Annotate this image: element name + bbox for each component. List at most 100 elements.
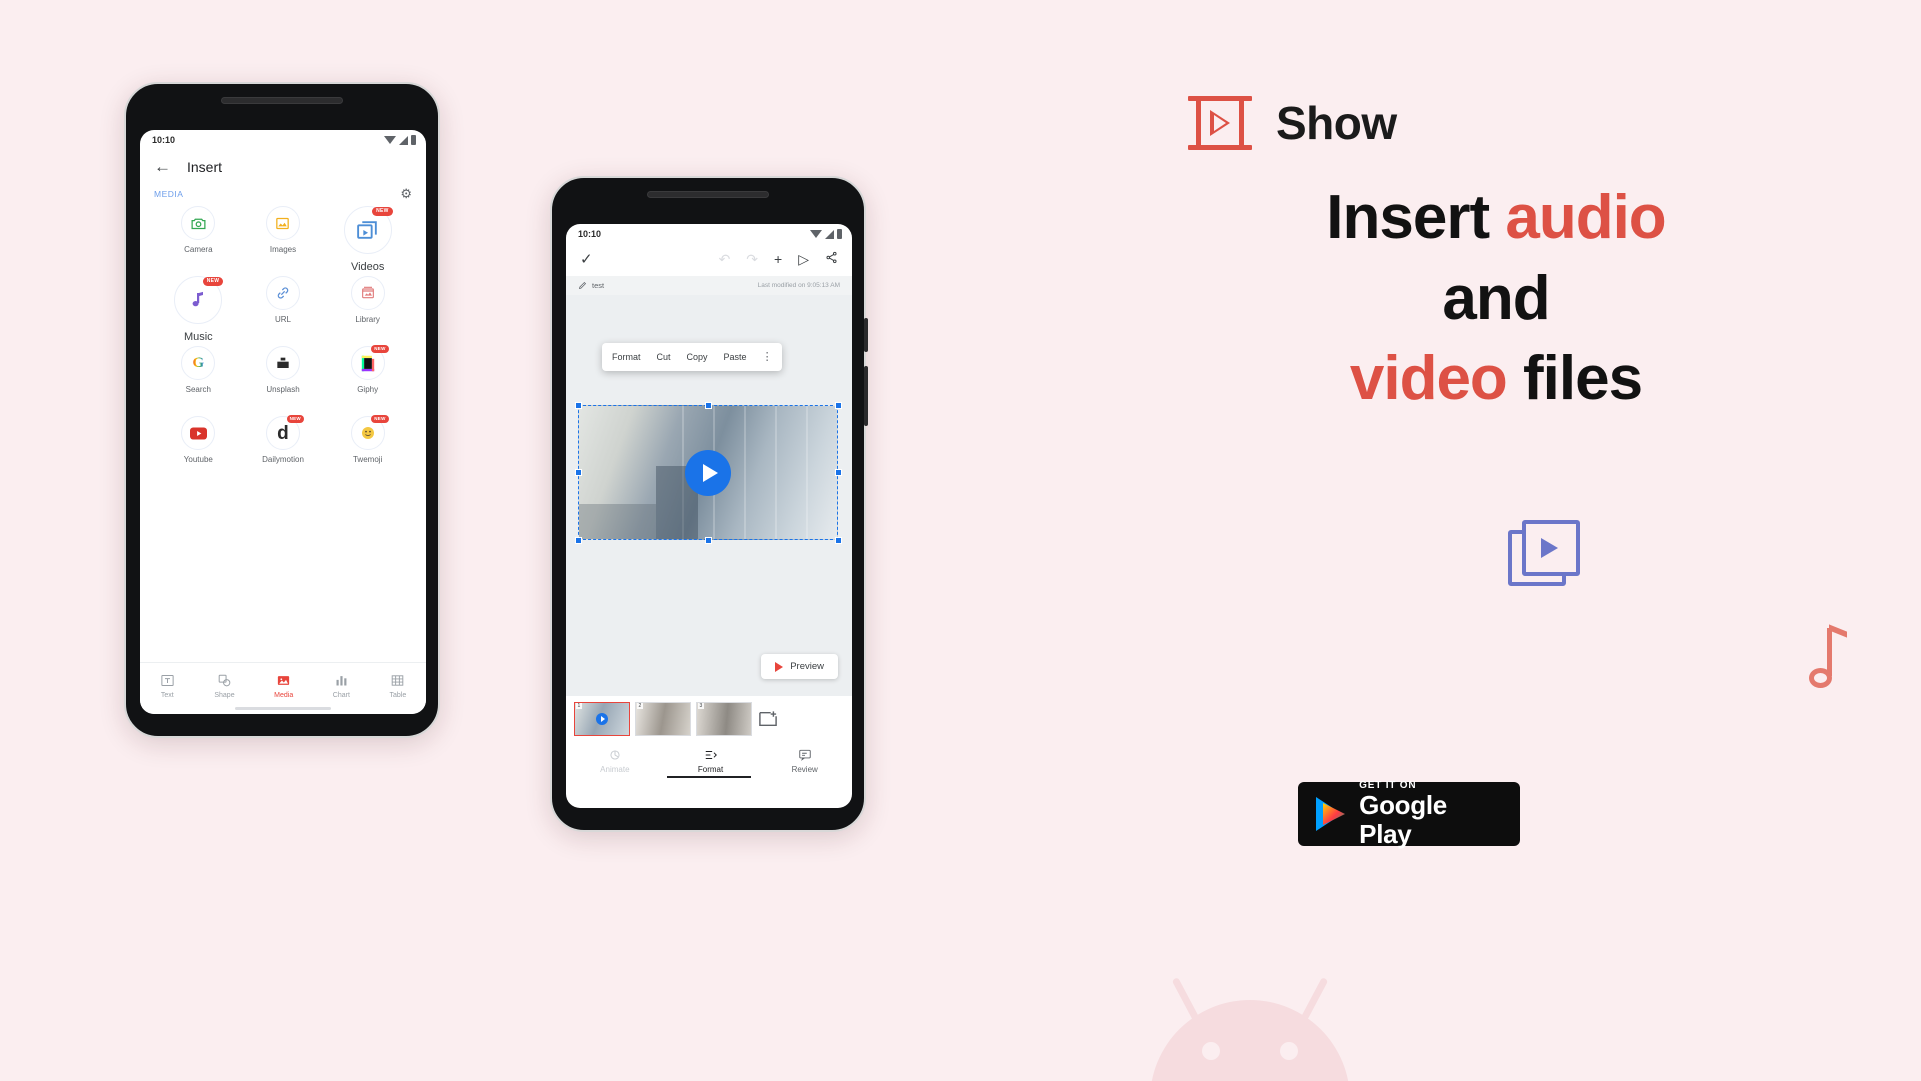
media-item-label: Camera [184, 245, 213, 254]
tab-label: Review [791, 765, 818, 774]
redo-icon[interactable]: ↷ [746, 251, 758, 268]
tab-label: Chart [332, 691, 350, 699]
media-item-images[interactable]: Images [241, 206, 326, 274]
media-item-unsplash[interactable]: Unsplash [241, 346, 326, 414]
signal-icon [399, 135, 408, 145]
editor-toolbar-actions: ↶ ↷ + ▷ [719, 251, 838, 268]
media-item-label: Videos [350, 261, 385, 273]
headline-line-1: Insert audio [1130, 178, 1862, 259]
media-item-label: Twemoji [352, 455, 383, 464]
context-menu-more-icon[interactable]: ⋮ [755, 343, 780, 371]
play-icon [702, 463, 718, 482]
context-menu-item-cut[interactable]: Cut [649, 343, 679, 371]
slide-thumbnail-2[interactable]: 2 [635, 702, 691, 736]
resize-handle-tc[interactable] [705, 402, 712, 409]
document-name-row[interactable]: test [578, 281, 604, 290]
plus-icon[interactable]: + [774, 251, 782, 267]
share-icon[interactable] [825, 251, 838, 267]
page-title: Insert [187, 158, 223, 175]
tab-chart[interactable]: Chart [333, 673, 350, 699]
add-slide-button[interactable] [757, 710, 779, 728]
undo-icon[interactable]: ↶ [719, 251, 731, 268]
media-item-giphy[interactable]: NEW Giphy [325, 345, 410, 414]
brand-row: Show [1188, 96, 1397, 150]
media-item-videos[interactable]: NEW Videos [325, 206, 410, 274]
add-slide-icon [759, 711, 777, 727]
media-item-library[interactable]: Library [325, 276, 410, 344]
preview-label: Preview [790, 661, 824, 672]
document-last-modified: Last modified on 9:05:13 AM [757, 282, 840, 289]
headline-line-3: video files [1130, 339, 1862, 420]
gear-icon[interactable]: ⚙ [400, 187, 412, 200]
google-play-icon [1316, 797, 1345, 831]
context-menu: Format Cut Copy Paste ⋮ [602, 343, 782, 371]
preview-play-icon [775, 661, 784, 672]
google-play-badge[interactable]: GET IT ON Google Play [1298, 780, 1520, 848]
slide-thumbnail-3[interactable]: 3 [696, 702, 752, 736]
media-item-youtube[interactable]: Youtube [156, 416, 241, 484]
resize-handle-tl[interactable] [575, 402, 582, 409]
status-icons [384, 135, 416, 145]
chart-icon [336, 675, 347, 685]
context-menu-item-copy[interactable]: Copy [679, 343, 716, 371]
status-bar: 10:10 [140, 130, 426, 150]
media-item-dailymotion[interactable]: NEW d Dailymotion [241, 415, 326, 484]
badge-new: NEW [372, 207, 393, 216]
resize-handle-bc[interactable] [705, 537, 712, 544]
video-icon: NEW [343, 206, 393, 254]
video-play-button[interactable] [685, 449, 731, 496]
app-bar: ← Insert [140, 150, 426, 179]
phone-mockup-editor: 10:10 ✓ ↶ ↷ + ▷ test Last modified on 9:… [550, 176, 868, 832]
tab-format[interactable]: Format [698, 748, 723, 774]
present-play-icon[interactable]: ▷ [798, 251, 809, 268]
tab-animate[interactable]: Animate [600, 748, 630, 774]
tab-text[interactable]: Text [160, 673, 175, 699]
media-item-music[interactable]: NEW Music [156, 276, 241, 344]
checkmark-icon[interactable]: ✓ [580, 250, 593, 268]
media-item-label: Dailymotion [262, 455, 304, 464]
signal-icon [825, 229, 834, 239]
video-element-selected[interactable] [578, 405, 838, 540]
slide-number: 3 [698, 703, 704, 709]
camera-icon [181, 206, 216, 240]
google-play-text: GET IT ON Google Play [1359, 780, 1502, 848]
giphy-icon: NEW [350, 345, 389, 380]
context-menu-item-format[interactable]: Format [604, 343, 649, 371]
headline-accent-audio: audio [1505, 183, 1666, 252]
marketing-panel: Show Insert audio and video files GET IT… [1130, 0, 1920, 1081]
resize-handle-bl[interactable] [575, 537, 582, 544]
google-g-icon: G [181, 346, 216, 380]
tab-table[interactable]: Table [389, 673, 406, 699]
back-arrow-icon[interactable]: ← [154, 158, 171, 175]
slide-thumbnail-image [636, 703, 690, 735]
tab-review[interactable]: Review [792, 748, 818, 774]
phone-speaker [647, 191, 769, 198]
section-label-media: MEDIA [154, 188, 184, 199]
media-item-camera[interactable]: Camera [156, 206, 241, 274]
section-header: MEDIA ⚙ [140, 179, 426, 202]
media-item-label: Library [355, 315, 380, 324]
tab-media[interactable]: Media [274, 673, 293, 699]
media-item-search[interactable]: G Search [156, 346, 241, 414]
resize-handle-ml[interactable] [575, 469, 582, 476]
resize-handle-tr[interactable] [835, 402, 842, 409]
brand-name: Show [1276, 97, 1397, 149]
media-item-twemoji[interactable]: NEW Twemoji [325, 415, 410, 484]
resize-handle-br[interactable] [835, 537, 842, 544]
editor-toolbar: ✓ ↶ ↷ + ▷ [566, 244, 852, 276]
battery-icon [411, 135, 416, 145]
slide-thumbnail-1[interactable]: 1 [574, 702, 630, 736]
active-tab-underline [667, 776, 751, 778]
image-icon [265, 206, 300, 240]
preview-button[interactable]: Preview [761, 654, 838, 679]
slide-canvas[interactable]: Format Cut Copy Paste ⋮ Preview [566, 295, 852, 695]
media-item-url[interactable]: URL [241, 276, 326, 344]
slide-number: 1 [576, 703, 582, 709]
show-logo-icon [1188, 96, 1252, 150]
tab-shape[interactable]: Shape [214, 673, 235, 699]
headline-text-files: files [1506, 344, 1643, 414]
document-name: test [592, 281, 605, 290]
context-menu-item-paste[interactable]: Paste [716, 343, 755, 371]
pencil-icon [578, 281, 587, 290]
resize-handle-mr[interactable] [835, 469, 842, 476]
